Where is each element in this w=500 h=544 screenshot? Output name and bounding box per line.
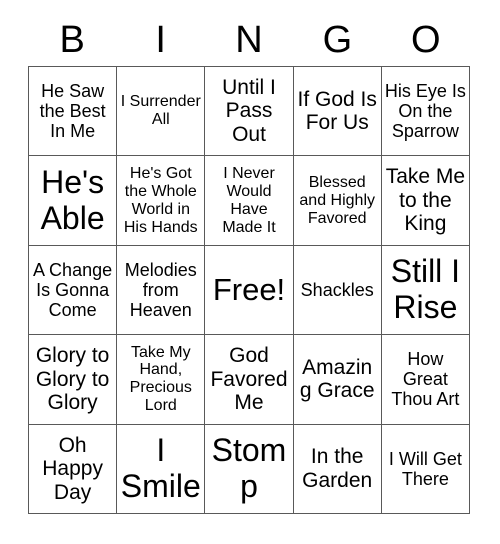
bingo-cell-label: I Smile [120, 431, 201, 504]
bingo-grid: He Saw the Best In Me I Surrender All Unti… [28, 66, 470, 514]
bingo-cell[interactable]: Until I Pass Out [205, 67, 294, 157]
bingo-cell-label: Melodies from Heaven [124, 259, 197, 321]
bingo-cell-label: His Eye Is On the Sparrow [384, 80, 466, 142]
bingo-cell[interactable]: I Will Get There [381, 424, 470, 514]
bingo-cell-label: In the Garden [302, 445, 373, 492]
bingo-cell[interactable]: Blessed and Highly Favored [293, 156, 382, 246]
bingo-cell[interactable]: In the Garden [293, 424, 382, 514]
bingo-cell-label: Glory to Glory to Glory [35, 344, 110, 415]
bingo-cell-label: Stomp [211, 431, 287, 504]
bingo-cell[interactable]: Take My Hand, Precious Lord [117, 335, 206, 425]
bingo-cell[interactable]: I Smile [117, 424, 206, 514]
bingo-cell-label: Still I Rise [390, 253, 461, 325]
bingo-cell-label: If God Is For Us [297, 87, 377, 135]
bingo-cell[interactable]: Oh Happy Day [29, 424, 118, 514]
bingo-cell[interactable]: He Saw the Best In Me [29, 67, 118, 157]
bingo-cell[interactable]: If God Is For Us [293, 67, 382, 157]
bingo-cell-label: Amazing Grace [299, 355, 375, 403]
bingo-cell[interactable]: A Change Is Gonna Come [29, 245, 118, 336]
bingo-cell[interactable]: Still I Rise [381, 245, 470, 336]
bingo-cell-label: A Change Is Gonna Come [33, 259, 113, 321]
bingo-cell[interactable]: Amazing Grace [293, 335, 382, 425]
bingo-cell-label: I Will Get There [388, 448, 462, 489]
bingo-header-letter-b: B [59, 19, 85, 61]
bingo-header-letter-i: I [155, 19, 166, 61]
bingo-cell[interactable]: He's Got the Whole World in His Hands [117, 156, 206, 246]
bingo-cell[interactable]: I Never Would Have Made It [205, 156, 294, 246]
bingo-cell-label: Until I Pass Out [222, 75, 276, 146]
bingo-header-letter-g: G [322, 19, 353, 61]
bingo-cell-label: Shackles [300, 279, 374, 300]
bingo-cell-label: He's Able [40, 163, 105, 236]
bingo-cell[interactable]: Take Me to the King [381, 156, 470, 246]
bingo-cell-label: I Never Would Have Made It [222, 164, 276, 236]
bingo-card: B I N G O He Saw the Best In Me I Surrend… [0, 0, 500, 544]
bingo-cell-label: Blessed and Highly Favored [299, 173, 375, 227]
bingo-cell[interactable]: Glory to Glory to Glory [29, 335, 118, 425]
bingo-cell[interactable]: God Favored Me [205, 335, 294, 425]
bingo-cell[interactable]: His Eye Is On the Sparrow [381, 67, 470, 157]
bingo-cell[interactable]: I Surrender All [117, 67, 206, 157]
bingo-cell[interactable]: How Great Thou Art [381, 335, 470, 425]
bingo-cell-label: How Great Thou Art [391, 349, 460, 410]
bingo-header-row: B I N G O [28, 16, 470, 64]
bingo-cell[interactable]: Stomp [205, 424, 294, 514]
bingo-cell-label: God Favored Me [210, 344, 288, 415]
bingo-cell[interactable]: Melodies from Heaven [117, 245, 206, 336]
bingo-cell-label: Take My Hand, Precious Lord [129, 343, 192, 415]
bingo-cell-label: He's Got the Whole World in His Hands [123, 164, 198, 236]
bingo-cell-label: Take Me to the King [385, 165, 466, 236]
bingo-free-space[interactable]: Free! [205, 245, 294, 336]
bingo-cell[interactable]: Shackles [293, 245, 382, 336]
bingo-header-letter-o: O [411, 19, 441, 61]
bingo-cell-label: He Saw the Best In Me [39, 80, 106, 142]
bingo-cell[interactable]: He's Able [29, 156, 118, 246]
bingo-header-letter-n: N [235, 19, 263, 61]
bingo-cell-label: Oh Happy Day [42, 433, 103, 504]
bingo-cell-label: Free! [212, 271, 286, 307]
bingo-cell-label: I Surrender All [120, 93, 201, 129]
